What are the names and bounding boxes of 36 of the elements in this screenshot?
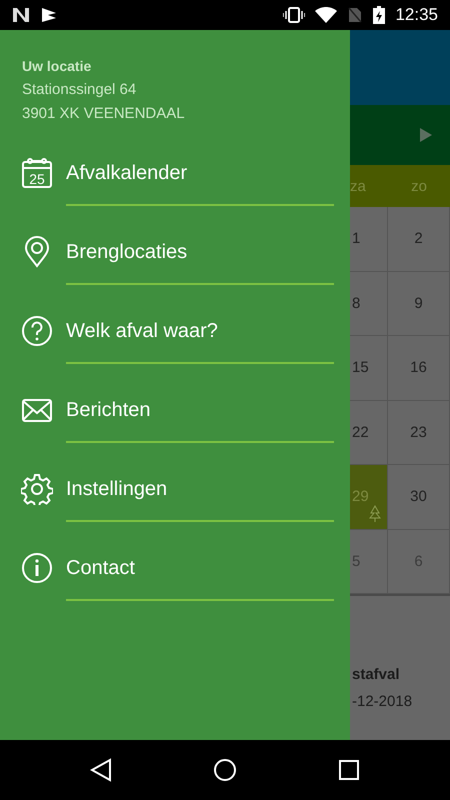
event-title: stafval [352,666,401,683]
event-date: -12-2018 [352,693,414,710]
settings-icon [21,473,53,505]
wifi-icon [315,7,338,23]
vibrate-icon [283,7,306,23]
menu-item[interactable]: Contact [0,537,350,599]
back-button[interactable] [90,758,112,782]
menu-item[interactable]: Welk afval waar? [0,300,350,362]
address-line: Stationssingel 64 [22,81,138,98]
calendar-day[interactable]: 30 [388,465,450,530]
calendar-day[interactable]: 1 [350,207,388,272]
location-label: Uw locatie [22,58,92,74]
calendar-day[interactable]: 16 [388,336,450,400]
flag-icon [40,7,58,23]
help-icon [21,315,53,347]
clock: 12:35 [395,5,438,25]
address-line: 3901 XK VEENENDAAL [22,105,186,122]
n-icon [12,7,30,23]
calendar-day[interactable]: 8 [350,272,388,336]
home-button[interactable] [212,758,237,782]
calendar-day[interactable]: 15 [350,336,388,400]
info-icon [21,552,53,584]
calendar-day[interactable]: 9 [388,272,450,336]
calendar-day[interactable]: 2 [388,207,450,272]
menu-item[interactable]: Brenglocaties [0,221,350,283]
no-sim-icon [347,7,364,23]
calendar-day[interactable]: 22 [350,400,388,465]
calendar-day[interactable]: 23 [388,400,450,465]
menu-item[interactable]: Instellingen [0,458,350,520]
tree-icon [369,504,381,522]
battery-icon [373,6,386,24]
menu-item[interactable]: 25 Afvalkalender [0,142,350,204]
weekday-header: zo [410,176,428,196]
menu-item[interactable]: Berichten [0,379,350,441]
weekday-header: za [350,176,367,196]
recents-button[interactable] [338,759,360,781]
